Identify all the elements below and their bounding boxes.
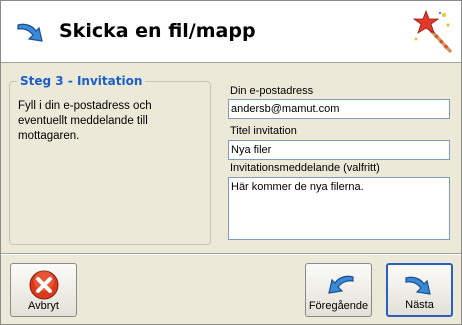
next-button[interactable]: Nästa [386, 263, 453, 317]
send-arrow-icon [17, 23, 43, 42]
magic-wand-icon [412, 9, 452, 53]
step-description: Fyll i din e-postadress och eventuellt m… [18, 100, 152, 142]
step-title: Steg 3 - Invitation [17, 74, 146, 88]
previous-button[interactable]: Föregående [305, 263, 372, 317]
cancel-icon [29, 270, 58, 300]
forward-arrow-icon [404, 276, 431, 295]
back-arrow-icon [327, 275, 354, 294]
invitation-message-field[interactable]: Här kommer de nya filerna. [228, 177, 450, 240]
invitation-title-field[interactable]: Nya filer [228, 140, 450, 160]
page-title: Skicka en fil/mapp [59, 20, 256, 42]
wizard-header: Skicka en fil/mapp [1, 1, 461, 63]
email-label: Din e-postadress [230, 85, 314, 97]
invitation-title-label: Titel invitation [230, 125, 297, 137]
previous-button-label: Föregående [308, 300, 369, 312]
footer-divider-highlight [1, 254, 461, 255]
email-field[interactable]: andersb@mamut.com [228, 99, 450, 119]
cancel-button-label: Avbryt [28, 300, 59, 312]
next-button-label: Nästa [405, 299, 434, 311]
invitation-message-label: Invitationsmeddelande (valfritt) [230, 162, 380, 174]
wizard-window: Skicka en fil/mapp Steg 3 - Invitation F… [0, 0, 462, 325]
cancel-button[interactable]: Avbryt [10, 263, 77, 317]
